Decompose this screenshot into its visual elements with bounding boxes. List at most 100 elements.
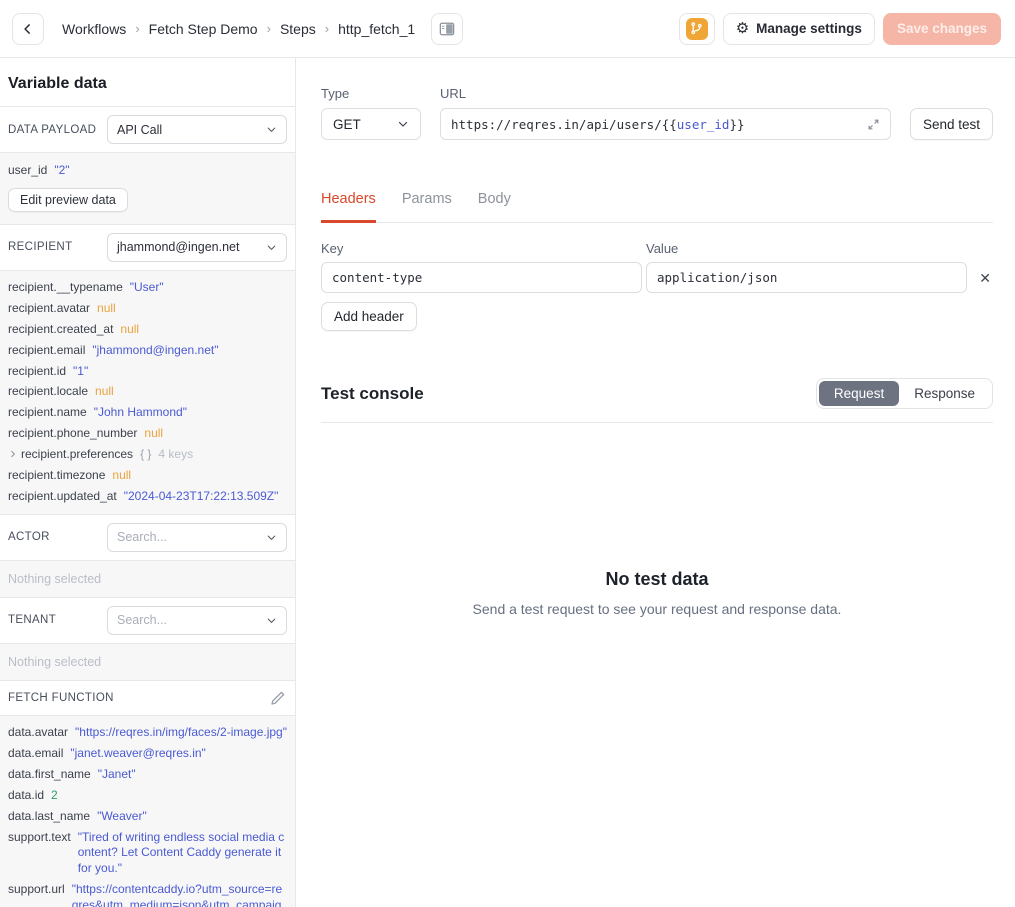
chevron-down-icon: [266, 532, 277, 543]
tab-headers[interactable]: Headers: [321, 191, 376, 223]
request-response-toggle: Request Response: [816, 378, 993, 409]
manage-settings-label: Manage settings: [756, 21, 862, 36]
sidebar-title: Variable data: [0, 58, 295, 106]
variable-key: recipient.name: [8, 405, 87, 421]
variable-row: recipient.__typename "User": [8, 278, 287, 299]
tenant-section-header: TENANT Search...: [0, 597, 295, 643]
variable-row: recipient.id "1": [8, 361, 287, 382]
no-test-data-empty-state: No test data Send a test request to see …: [321, 569, 993, 617]
save-changes-button[interactable]: Save changes: [883, 13, 1001, 45]
variable-key: support.text: [8, 830, 71, 846]
variable-value: null: [97, 301, 287, 317]
recipient-select[interactable]: jhammond@ingen.net: [107, 233, 287, 262]
type-label: Type: [321, 86, 421, 101]
edit-preview-data-button[interactable]: Edit preview data: [8, 188, 128, 212]
data-payload-variables: user_id "2" Edit preview data: [0, 152, 295, 224]
recipient-label: RECIPIENT: [8, 241, 72, 253]
data-payload-section-header: DATA PAYLOAD API Call: [0, 106, 295, 152]
request-url-row: Type GET URL https://reqres.in/api/users…: [321, 86, 993, 140]
variable-key: recipient.updated_at: [8, 489, 117, 505]
add-header-button[interactable]: Add header: [321, 302, 417, 331]
breadcrumb: Workflows › Fetch Step Demo › Steps › ht…: [62, 21, 415, 37]
manage-settings-button[interactable]: ⚙ Manage settings: [723, 13, 875, 45]
url-value: https://reqres.in/api/users/{{user_id}}: [451, 117, 867, 132]
breadcrumb-current-step: http_fetch_1: [338, 21, 415, 37]
chevron-down-icon: [266, 242, 277, 253]
actor-search-select[interactable]: Search...: [107, 523, 287, 552]
variable-row: recipient.name "John Hammond": [8, 403, 287, 424]
expandable-variable-row[interactable]: recipient.preferences { } 4 keys: [8, 444, 287, 465]
pencil-icon: [269, 689, 287, 707]
url-field: URL https://reqres.in/api/users/{{user_i…: [440, 86, 891, 140]
recipient-selected-value: jhammond@ingen.net: [117, 240, 240, 254]
header-key-input[interactable]: [321, 262, 642, 293]
variable-key: recipient.created_at: [8, 322, 113, 338]
variable-key: recipient.__typename: [8, 280, 123, 296]
tab-params[interactable]: Params: [402, 191, 452, 223]
actor-empty-state: Nothing selected: [0, 560, 295, 597]
tab-body[interactable]: Body: [478, 191, 511, 223]
step-editor-main: Type GET URL https://reqres.in/api/users…: [296, 58, 1015, 907]
breadcrumb-workflow-name[interactable]: Fetch Step Demo: [149, 21, 258, 37]
edit-fetch-function-button[interactable]: [269, 689, 287, 707]
variable-row: recipient.phone_number null: [8, 424, 287, 445]
data-payload-select[interactable]: API Call: [107, 115, 287, 144]
variable-value: "jhammond@ingen.net": [92, 343, 287, 359]
variable-row: support.text "Tired of writing endless s…: [8, 827, 287, 879]
gear-icon: ⚙: [736, 21, 749, 36]
value-column-label: Value: [646, 241, 967, 256]
http-method-value: GET: [333, 117, 361, 132]
variable-row: support.url "https://contentcaddy.io?utm…: [8, 880, 287, 907]
toggle-request[interactable]: Request: [819, 381, 899, 406]
actor-label: ACTOR: [8, 531, 50, 543]
breadcrumb-separator: ›: [135, 21, 139, 36]
variable-value: "2": [54, 163, 287, 179]
variable-key: data.id: [8, 788, 44, 804]
variable-key: data.avatar: [8, 725, 68, 741]
breadcrumb-workflows[interactable]: Workflows: [62, 21, 126, 37]
fetch-function-label: FETCH FUNCTION: [8, 692, 114, 704]
chevron-right-icon: [9, 450, 17, 458]
variable-value: null: [95, 384, 287, 400]
back-button[interactable]: [12, 13, 44, 45]
expand-editor-icon[interactable]: [867, 118, 880, 131]
app-window: Workflows › Fetch Step Demo › Steps › ht…: [0, 0, 1015, 907]
commit-status-button[interactable]: [679, 13, 715, 45]
fetch-function-variables: data.avatar "https://reqres.in/img/faces…: [0, 715, 295, 907]
variable-key: recipient.email: [8, 343, 85, 359]
variable-key: recipient.locale: [8, 384, 88, 400]
variable-key-count: 4 keys: [158, 447, 193, 463]
variable-key: user_id: [8, 163, 47, 179]
url-input[interactable]: https://reqres.in/api/users/{{user_id}}: [440, 108, 891, 140]
variable-value: null: [144, 426, 287, 442]
variable-value: 2: [51, 788, 287, 804]
tenant-search-select[interactable]: Search...: [107, 606, 287, 635]
variable-value: "https://reqres.in/img/faces/2-image.jpg…: [75, 725, 287, 741]
variable-value: "1": [73, 364, 287, 380]
variable-value: "janet.weaver@reqres.in": [70, 746, 287, 762]
variable-row: data.first_name "Janet": [8, 765, 287, 786]
toggle-sidebar-button[interactable]: [431, 13, 463, 45]
breadcrumb-steps[interactable]: Steps: [280, 21, 316, 37]
send-test-button[interactable]: Send test: [910, 108, 993, 140]
variable-key: data.last_name: [8, 809, 90, 825]
variable-row: data.email "janet.weaver@reqres.in": [8, 744, 287, 765]
remove-header-button[interactable]: ✕: [977, 269, 993, 287]
http-method-select[interactable]: GET: [321, 108, 421, 140]
variable-row: recipient.timezone null: [8, 465, 287, 486]
variable-value: null: [112, 468, 287, 484]
chevron-down-icon: [266, 615, 277, 626]
toggle-response[interactable]: Response: [899, 381, 990, 406]
variable-value: "2024-04-23T17:22:13.509Z": [124, 489, 287, 505]
request-tabs: Headers Params Body: [321, 191, 993, 223]
header-value-input[interactable]: [646, 262, 967, 293]
test-console-title: Test console: [321, 384, 424, 404]
url-label: URL: [440, 86, 891, 101]
variable-key: data.email: [8, 746, 63, 762]
actor-section-header: ACTOR Search...: [0, 514, 295, 560]
variable-value: "Tired of writing endless social media c…: [78, 830, 287, 877]
variable-value: "Weaver": [97, 809, 287, 825]
content-area: Variable data DATA PAYLOAD API Call user…: [0, 58, 1015, 907]
variable-row: recipient.created_at null: [8, 319, 287, 340]
variable-value: "Janet": [98, 767, 287, 783]
